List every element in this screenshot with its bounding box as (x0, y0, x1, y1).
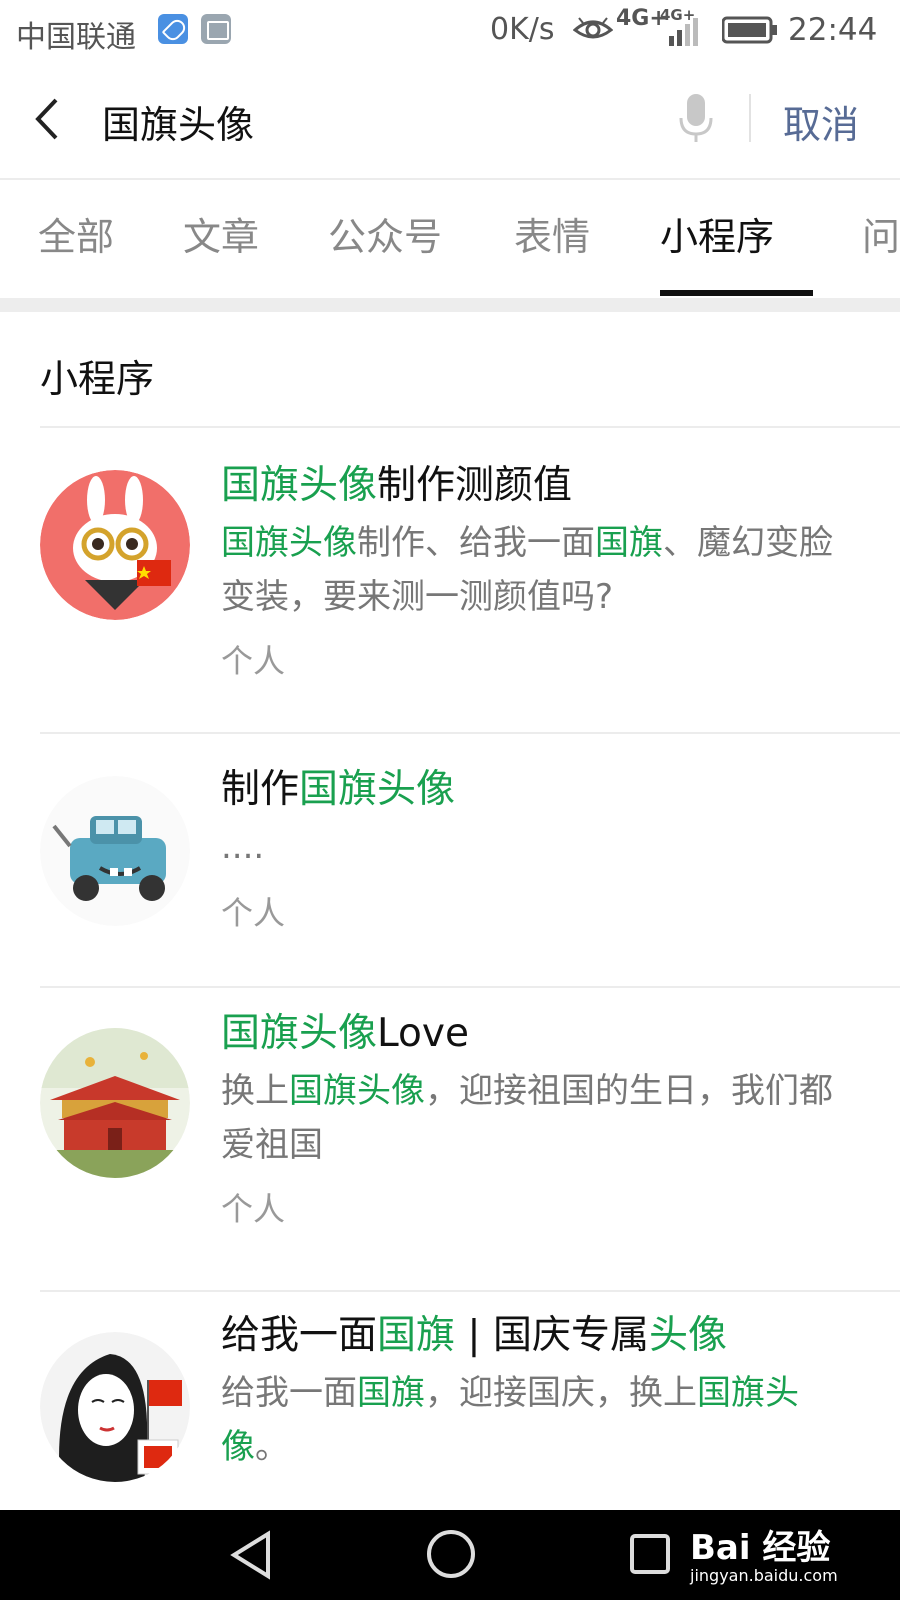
back-icon[interactable] (30, 96, 64, 142)
title-highlight: 国旗 (377, 1313, 456, 1358)
result-tag: 个人 (221, 894, 286, 932)
network-speed: 0K/s (490, 12, 555, 47)
status-bar: 中国联通 0K/s 4G+ 4G+ 22:44 (0, 0, 900, 62)
result-title: 制作国旗头像 (221, 758, 455, 814)
tiananmen-avatar (40, 1028, 190, 1178)
status-time: 22:44 (788, 12, 878, 48)
eye-comfort-icon (573, 17, 613, 39)
desc-text: 。 (255, 1427, 289, 1467)
health-app-icon (158, 14, 188, 44)
active-tab-indicator (660, 290, 813, 296)
result-title: 国旗头像制作测颜值 (221, 454, 572, 510)
tab-official-accounts[interactable]: 公众号 (328, 206, 442, 261)
title-highlight: 国旗头像 (221, 1011, 378, 1056)
result-tag: 个人 (221, 642, 286, 680)
search-input[interactable]: 国旗头像 (102, 94, 254, 149)
result-item[interactable]: 制作国旗头像 .... 个人 (0, 734, 900, 986)
nav-home-icon[interactable] (425, 1528, 477, 1580)
title-text: | 国庆专属 (455, 1313, 649, 1358)
navigation-bar: Bai 经验 jingyan.baidu.com (0, 1510, 900, 1600)
title-highlight: 头像 (648, 1313, 727, 1358)
rabbit-with-glasses-avatar (40, 470, 190, 620)
tab-all[interactable]: 全部 (38, 206, 114, 261)
result-item[interactable]: 国旗头像制作测颜值 国旗头像制作、给我一面国旗、魔幻变脸变装，要来测一测颜值吗?… (0, 428, 900, 732)
microphone-icon[interactable] (676, 92, 716, 144)
tab-stickers[interactable]: 表情 (514, 206, 590, 261)
tab-mini-programs[interactable]: 小程序 (660, 206, 774, 261)
title-text: 给我一面 (221, 1313, 378, 1358)
header-divider (749, 94, 751, 142)
title-highlight: 国旗头像 (299, 767, 456, 812)
desc-highlight: 像 (221, 1427, 255, 1467)
result-item[interactable]: 给我一面国旗 | 国庆专属头像 给我一面国旗，迎接国庆，换上国旗头像。 (0, 1292, 900, 1510)
cartoon-tow-truck-avatar (40, 776, 190, 926)
desc-text: ，迎接国庆，换上 (425, 1373, 697, 1413)
watermark-logo-text: Bai 经验 (690, 1528, 831, 1568)
result-description: 国旗头像制作、给我一面国旗、魔幻变脸变装，要来测一测颜值吗? (221, 516, 861, 624)
section-gap (0, 298, 900, 312)
baidu-jingyan-watermark: Bai 经验 jingyan.baidu.com (690, 1520, 880, 1592)
desc-text: 换上 (221, 1071, 289, 1111)
search-header: 国旗头像 取消 (0, 62, 900, 180)
battery-icon (722, 16, 777, 44)
title-text: 制作 (221, 767, 300, 812)
title-text: 制作测颜值 (377, 463, 573, 508)
desc-text: 给我一面 (221, 1373, 357, 1413)
signal-icon (669, 18, 698, 46)
desc-highlight: 国旗头 (697, 1373, 799, 1413)
result-title: 给我一面国旗 | 国庆专属头像 (221, 1304, 727, 1360)
girl-with-flag-avatar (40, 1332, 190, 1482)
result-title: 国旗头像Love (221, 1002, 469, 1058)
cancel-button[interactable]: 取消 (783, 94, 859, 149)
result-item[interactable]: 国旗头像Love 换上国旗头像，迎接祖国的生日，我们都爱祖国 个人 (0, 988, 900, 1290)
category-tabs: 全部 文章 公众号 表情 小程序 问 (0, 182, 900, 298)
tab-questions[interactable]: 问 (862, 206, 900, 261)
desc-text: .... (221, 827, 265, 867)
title-highlight: 国旗头像 (221, 463, 378, 508)
desc-highlight: 国旗头像 (221, 523, 357, 563)
watermark-url: jingyan.baidu.com (690, 1566, 838, 1585)
carrier-name: 中国联通 (16, 20, 136, 55)
desc-highlight: 国旗 (595, 523, 663, 563)
title-text: Love (377, 1011, 469, 1056)
result-description: .... (221, 820, 861, 874)
result-description: 给我一面国旗，迎接国庆，换上国旗头像。 (221, 1366, 861, 1474)
desc-highlight: 国旗头像 (289, 1071, 425, 1111)
section-title: 小程序 (40, 357, 155, 401)
nav-back-icon[interactable] (228, 1530, 274, 1580)
result-tag: 个人 (221, 1190, 286, 1228)
result-description: 换上国旗头像，迎接祖国的生日，我们都爱祖国 (221, 1064, 861, 1172)
nav-recent-icon[interactable] (628, 1532, 672, 1576)
desc-highlight: 国旗 (357, 1373, 425, 1413)
gallery-icon (201, 14, 231, 44)
desc-text: 制作、给我一面 (357, 523, 595, 563)
tab-articles[interactable]: 文章 (183, 206, 259, 261)
